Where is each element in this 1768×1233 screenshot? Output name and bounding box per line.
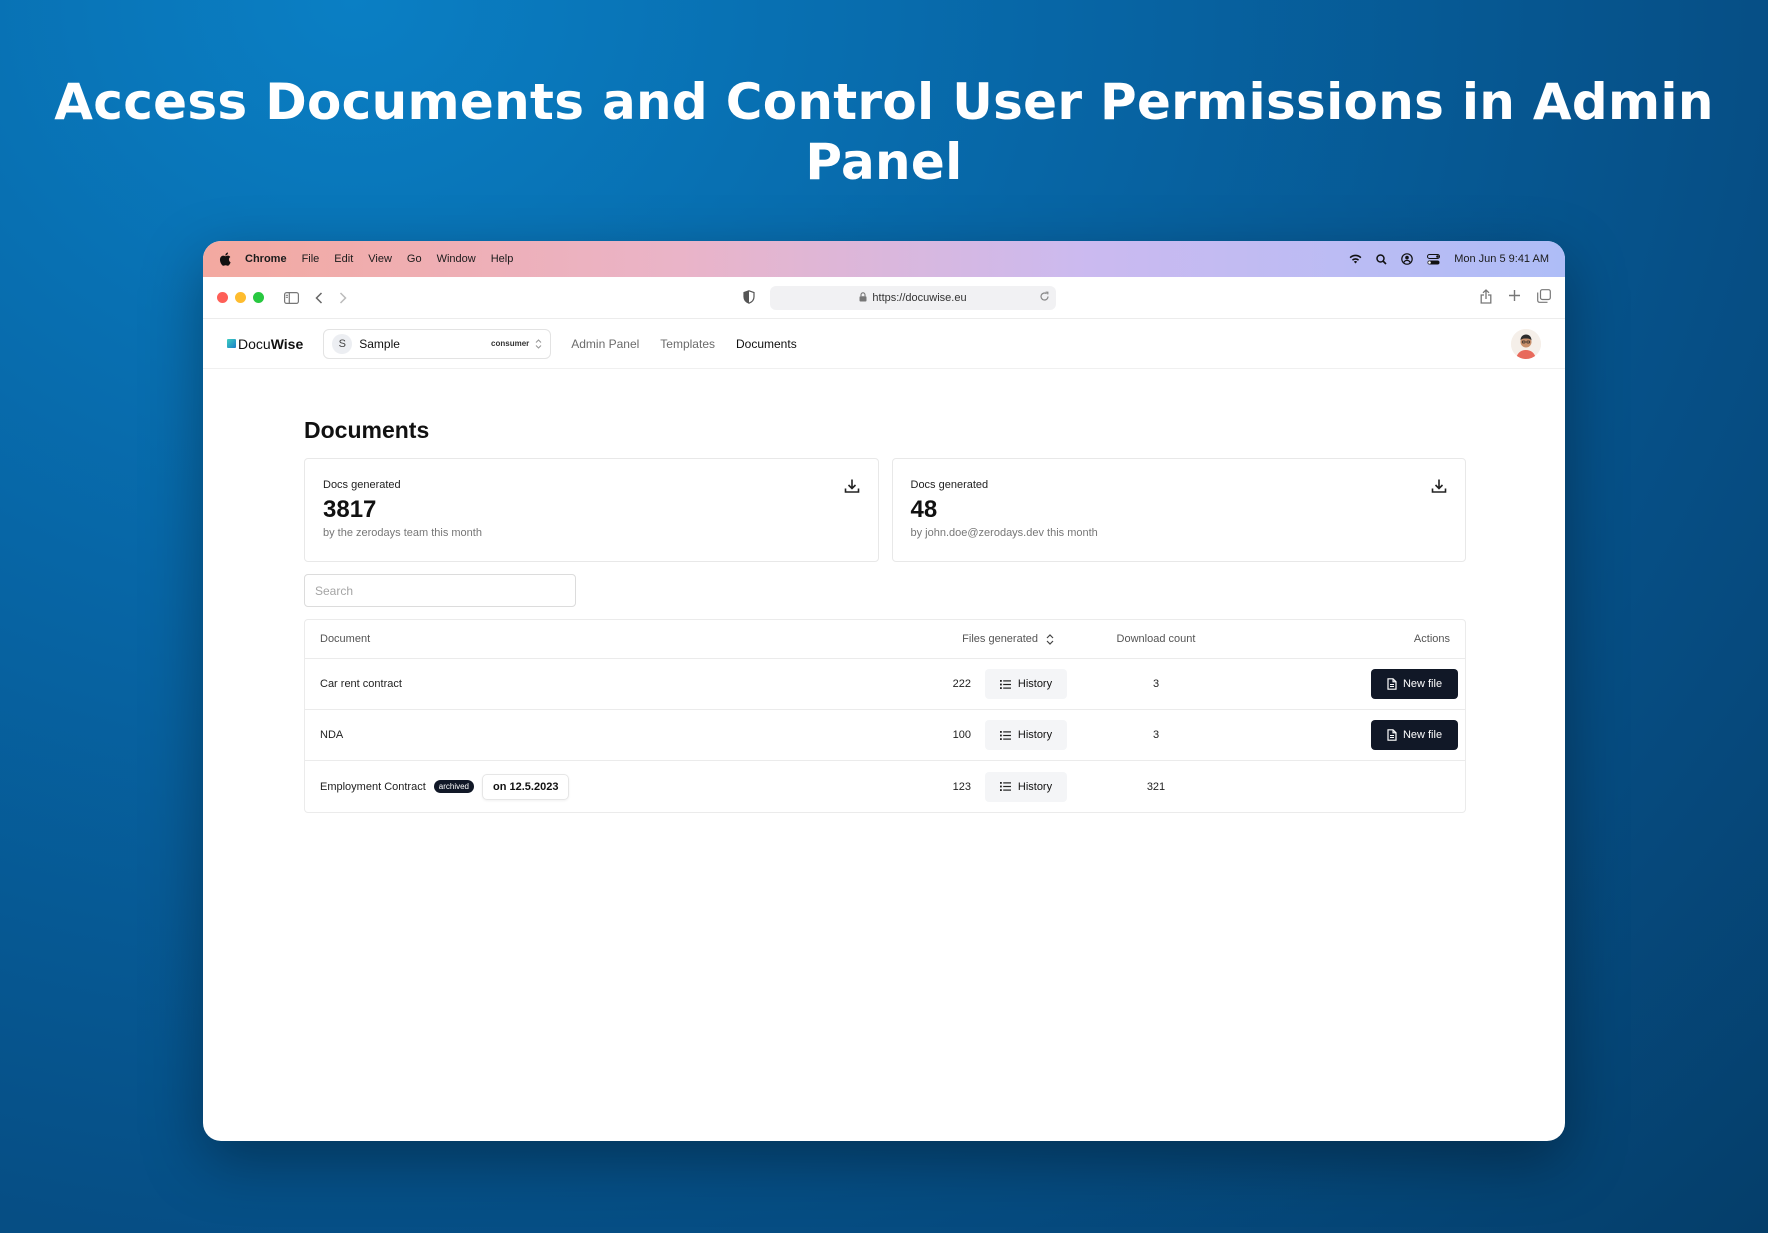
browser-actions (1480, 289, 1551, 309)
list-icon (999, 679, 1011, 689)
download-count: 3 (1152, 678, 1160, 690)
org-role: consumer (491, 339, 530, 348)
history-label: History (1017, 780, 1053, 793)
stat-label: Docs generated (910, 479, 989, 491)
table-row: NDA 100 History 3 New file (305, 710, 1465, 761)
history-label: History (1017, 678, 1053, 690)
app-header: Docu Wise S Sample consumer Admin Panel T… (203, 319, 1565, 369)
column-header-files-label: Files generated (962, 633, 1038, 645)
files-generated: 123 (952, 780, 971, 793)
browser-toolbar: https://docuwise.eu (203, 277, 1565, 319)
new-tab-icon[interactable] (1508, 289, 1521, 309)
apple-icon[interactable] (219, 252, 231, 266)
organization-select[interactable]: S Sample consumer (323, 328, 552, 359)
document-name: Car rent contract (320, 678, 402, 690)
page-title: Documents (304, 417, 430, 443)
history-label: History (1017, 729, 1053, 741)
nav-templates[interactable]: Templates (660, 337, 715, 351)
chevron-updown-icon (535, 338, 542, 349)
column-header-document: Document (320, 633, 371, 645)
list-icon (999, 730, 1011, 740)
tab-overview-icon[interactable] (1537, 289, 1551, 309)
download-icon[interactable] (1431, 478, 1447, 499)
menu-help[interactable]: Help (491, 253, 514, 265)
file-icon (1387, 678, 1397, 690)
stat-description: by the zerodays team this month (323, 527, 482, 539)
download-icon[interactable] (844, 478, 860, 499)
minimize-window-button[interactable] (235, 292, 246, 303)
column-header-files[interactable]: Files generated (905, 633, 1070, 645)
address-url: https://docuwise.eu (872, 292, 967, 304)
traffic-lights (217, 292, 264, 303)
forward-icon[interactable] (339, 291, 347, 304)
search-icon[interactable] (1376, 253, 1387, 265)
sort-icon[interactable] (1046, 633, 1054, 645)
sidebar-toggle-icon[interactable] (284, 291, 299, 304)
stat-value: 48 (910, 496, 938, 523)
new-file-button[interactable]: New file (1371, 669, 1458, 699)
menubar-clock: Mon Jun 5 9:41 AM (1454, 253, 1549, 265)
logo-mark-icon (227, 339, 236, 348)
nav-admin-panel[interactable]: Admin Panel (571, 337, 639, 351)
column-header-actions: Actions (1413, 633, 1450, 645)
main-content: Documents Docs generated 3817 by the zer… (203, 369, 1565, 813)
back-icon[interactable] (315, 291, 323, 304)
reload-icon[interactable] (1039, 291, 1050, 305)
document-name: Employment Contract (320, 780, 426, 793)
download-count: 321 (1146, 780, 1166, 793)
new-file-label: New file (1402, 729, 1443, 741)
file-icon (1387, 729, 1397, 741)
logo-text-b: Wise (270, 335, 304, 352)
stat-card-team: Docs generated 3817 by the zerodays team… (304, 458, 879, 562)
browser-window: Chrome File Edit View Go Window Help Mon… (203, 241, 1565, 1141)
menu-chrome[interactable]: Chrome (245, 253, 287, 265)
menu-go[interactable]: Go (407, 253, 422, 265)
lock-icon (859, 291, 867, 305)
documents-table: Document Files generated Download count … (304, 619, 1466, 813)
search-input[interactable] (304, 574, 576, 607)
zoom-window-button[interactable] (253, 292, 264, 303)
logo-text-a: Docu (238, 335, 271, 352)
new-file-button[interactable]: New file (1371, 720, 1458, 750)
privacy-shield-icon[interactable] (743, 290, 755, 309)
address-bar[interactable]: https://docuwise.eu (770, 286, 1056, 310)
org-avatar: S (332, 333, 353, 354)
headline: Access Documents and Control User Permis… (54, 73, 1714, 191)
archived-badge: archived (433, 780, 475, 793)
stats-row: Docs generated 3817 by the zerodays team… (304, 458, 1466, 562)
files-generated: 222 (952, 678, 971, 690)
user-circle-icon[interactable] (1401, 253, 1414, 265)
stat-description: by john.doe@zerodays.dev this month (910, 527, 1098, 539)
history-button[interactable]: History (985, 720, 1067, 750)
history-button[interactable]: History (985, 771, 1067, 802)
document-cell: Employment Contract archived on 12.5.202… (305, 773, 905, 800)
column-header-downloads: Download count (1116, 633, 1196, 645)
table-row: Employment Contract archived on 12.5.202… (305, 761, 1465, 812)
menu-view[interactable]: View (368, 253, 392, 265)
nav-documents[interactable]: Documents (736, 337, 797, 351)
share-icon[interactable] (1480, 289, 1492, 309)
mac-menubar: Chrome File Edit View Go Window Help Mon… (203, 241, 1565, 277)
user-avatar[interactable] (1511, 328, 1541, 359)
document-name: NDA (320, 729, 344, 741)
close-window-button[interactable] (217, 292, 228, 303)
table-header-row: Document Files generated Download count … (305, 620, 1465, 659)
menu-file[interactable]: File (302, 253, 320, 265)
files-generated: 100 (952, 729, 971, 741)
menu-edit[interactable]: Edit (334, 253, 353, 265)
table-row: Car rent contract 222 History 3 New file (305, 659, 1465, 710)
stat-card-user: Docs generated 48 by john.doe@zerodays.d… (891, 458, 1466, 562)
new-file-label: New file (1402, 678, 1443, 690)
docuwise-logo[interactable]: Docu Wise (227, 336, 303, 352)
archived-date: on 12.5.2023 (482, 773, 570, 800)
menu-window[interactable]: Window (437, 253, 476, 265)
control-center-icon[interactable] (1427, 253, 1441, 265)
list-icon (999, 782, 1011, 791)
stat-value: 3817 (323, 496, 377, 523)
history-button[interactable]: History (985, 669, 1067, 699)
download-count: 3 (1152, 729, 1160, 741)
stat-label: Docs generated (323, 479, 401, 491)
wifi-icon[interactable] (1349, 254, 1362, 264)
org-name: Sample (359, 336, 400, 351)
